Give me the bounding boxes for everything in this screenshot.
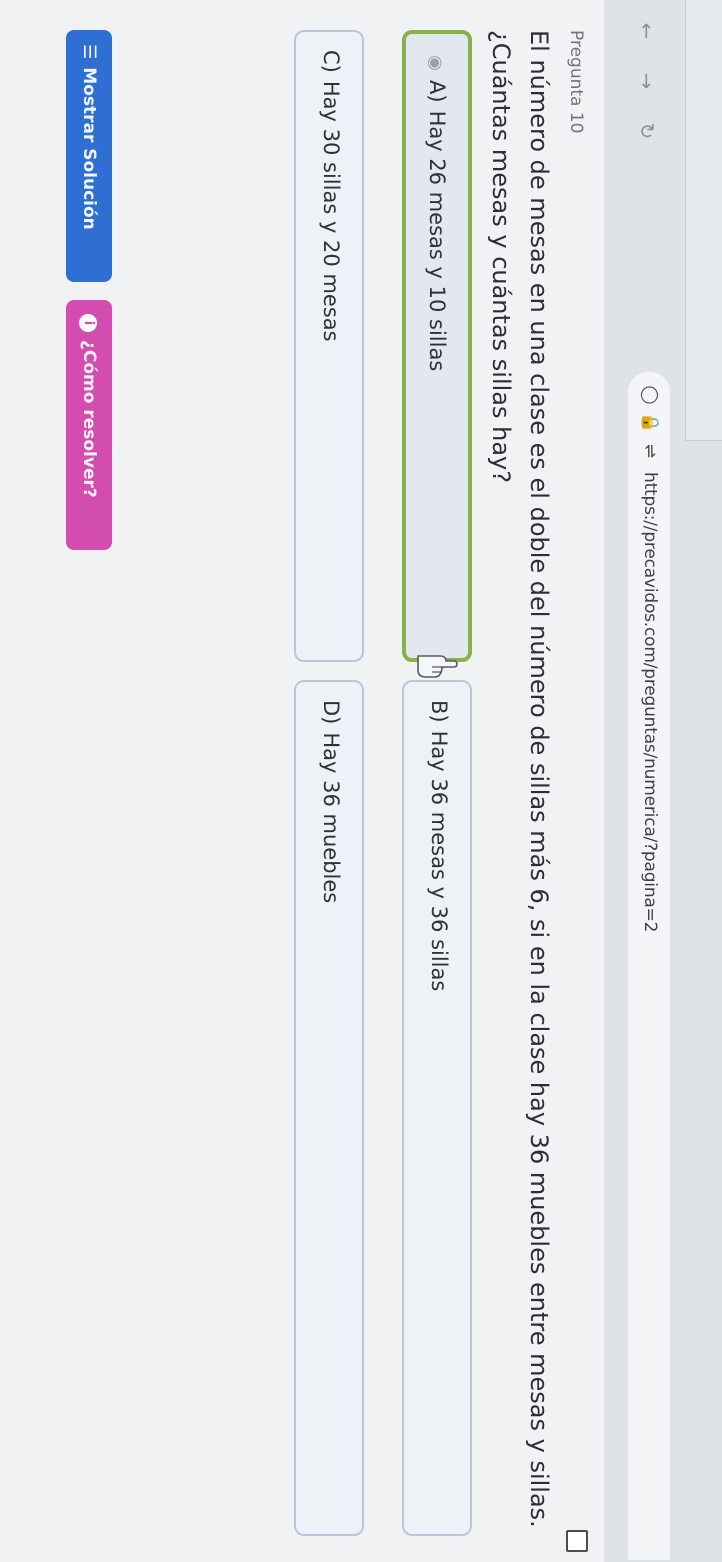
back-arrow-icon[interactable]: ← [634,18,660,44]
option-a-text: Hay 26 mesas y 10 sillas [425,110,449,372]
pointer-hand-icon [417,655,458,678]
lock-icon[interactable]: 🔒 [639,412,661,434]
option-a[interactable]: ◉ A) Hay 26 mesas y 10 sillas [402,30,472,678]
how-to-solve-label: ¿Cómo resolver? [79,340,99,498]
browser-toolbar: ← → ↻ ◯ 🔒 ⇌ https://precavidos.com/pregu… [604,0,722,1562]
option-b-text: Hay 36 mesas y 36 sillas [427,730,451,992]
browser-tab-strip [685,0,722,441]
url-text[interactable]: https://precavidos.com/preguntas/numeric… [640,472,660,932]
question-text: El número de mesas en una clase es el do… [487,30,553,1528]
option-c-label: C) Hay 30 sillas y 20 mesas [319,50,343,342]
option-c-letter: C) [319,50,343,73]
option-a-label: ◉ A) Hay 26 mesas y 10 sillas [425,52,449,371]
list-icon: ☰ [79,44,99,60]
option-b[interactable]: B) Hay 36 mesas y 36 sillas [402,680,472,1536]
shield-icon[interactable]: ◯ [639,384,661,406]
option-b-label: B) Hay 36 mesas y 36 sillas [427,700,451,991]
option-c-text: Hay 30 sillas y 20 mesas [319,80,343,342]
option-b-letter: B) [427,700,451,723]
option-d-letter: D) [319,700,343,725]
page-content: Pregunta 10 El número de mesas en una cl… [0,0,604,1562]
option-c[interactable]: C) Hay 30 sillas y 20 mesas [294,30,364,662]
option-d-label: D) Hay 36 muebles [319,700,343,903]
option-d-text: Hay 36 muebles [319,732,343,904]
forward-arrow-icon[interactable]: → [634,68,660,94]
radio-icon: ◉ [425,55,446,71]
reload-icon[interactable]: ↻ [634,118,660,144]
option-a-letter: A) [425,80,449,103]
how-to-solve-button[interactable]: i ¿Cómo resolver? [66,300,112,550]
show-solution-button[interactable]: ☰ Mostrar Solución [66,30,112,282]
show-solution-label: Mostrar Solución [79,67,99,230]
bookmark-checkbox[interactable] [566,1530,588,1552]
site-settings-icon[interactable]: ⇌ [639,440,661,462]
address-bar[interactable]: ◯ 🔒 ⇌ https://precavidos.com/preguntas/n… [628,372,670,1560]
info-icon: i [79,314,97,332]
question-number: Pregunta 10 [566,30,586,134]
rotated-browser-page: ← → ↻ ◯ 🔒 ⇌ https://precavidos.com/pregu… [0,0,722,1562]
option-d[interactable]: D) Hay 36 muebles [294,680,364,1536]
